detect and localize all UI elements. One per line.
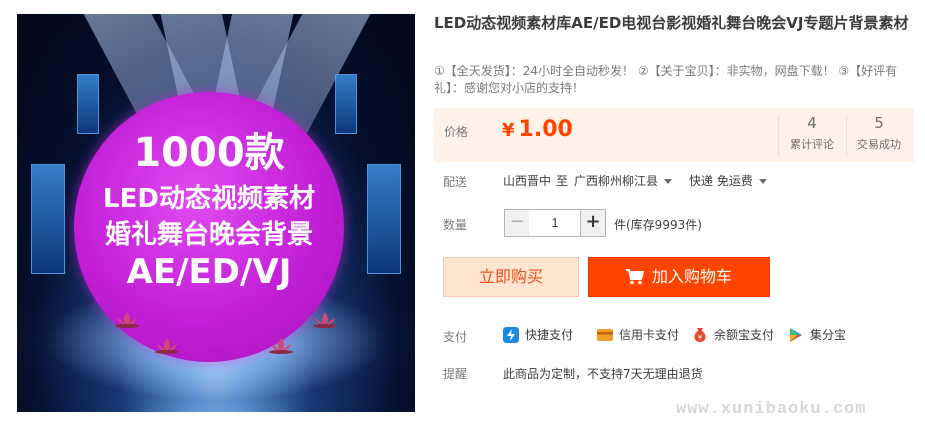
add-to-cart-label: 加入购物车 [651,267,732,286]
svg-text:¥: ¥ [698,333,703,341]
quantity-increase-button[interactable]: + [580,209,606,237]
price-amount: 1.00 [518,117,573,142]
payment-method-label: 快捷支付 [525,328,574,342]
payment-yuebao: ¥ 余额宝支付 [692,326,774,343]
price-panel: 价格 ¥1.00 4 累计评论 5 交易成功 [434,108,914,162]
reminder-label: 提醒 [443,367,468,381]
sales-label: 交易成功 [857,138,901,151]
reminder-text: 此商品为定制，不支持7天无理由退货 [503,367,703,381]
reviews-label: 累计评论 [790,138,834,151]
payment-jifenbao: 集分宝 [788,326,846,343]
promo-line: LED动态视频素材 [103,184,315,214]
stock-info: 件(库存9993件) [614,218,702,232]
quick-pay-icon [503,326,519,343]
promo-line: 婚礼舞台晚会背景 [104,220,313,250]
ship-method: 快递 免运费 [689,174,753,188]
payment-method-label: 集分宝 [810,328,847,342]
money-bag-icon: ¥ [694,327,706,342]
add-to-cart-button[interactable]: 加入购物车 [588,257,770,297]
led-screen [31,164,65,274]
payment-method-label: 信用卡支付 [619,328,680,342]
product-title: LED动态视频素材库AE/ED电视台影视婚礼舞台晚会VJ专题片背景素材 [434,14,909,32]
quantity-input[interactable]: 1 [529,209,581,237]
chevron-down-icon [664,179,673,184]
site-watermark: www.xunibaoku.com [676,400,867,419]
shipping-label: 配送 [443,175,468,189]
currency-symbol: ¥ [502,120,515,141]
sales-stat: 5 交易成功 [846,114,912,152]
cart-icon [625,269,644,285]
sales-count: 5 [874,114,884,132]
payment-label: 支付 [443,330,468,344]
reviews-count: 4 [807,114,817,132]
quantity-decrease-button[interactable]: − [504,209,530,237]
payment-credit: 信用卡支付 [597,326,679,343]
payment-quick: 快捷支付 [503,326,573,343]
led-screen [367,164,401,274]
lotus-icon [313,312,337,328]
credit-card-icon [597,328,613,341]
lotus-icon [155,338,179,354]
ship-to-word: 至 [556,174,569,188]
ship-destination-select[interactable]: 广西柳州柳江县 [574,172,673,189]
product-subtitle: ①【全天发货】：24小时全自动秒发！ ②【关于宝贝】：非实物，网盘下载！ ③【好… [434,64,898,95]
product-image[interactable]: 1000款 LED动态视频素材 婚礼舞台晚会背景 AE/ED/VJ [17,14,415,412]
price-label: 价格 [444,125,469,139]
lotus-icon [115,312,139,328]
payment-method-label: 余额宝支付 [714,328,775,342]
promo-count: 1000款 [133,130,285,176]
promo-formats: AE/ED/VJ [126,252,292,292]
lotus-icon [269,338,293,354]
reviews-stat[interactable]: 4 累计评论 [779,114,845,152]
jifenbao-icon [790,327,802,342]
price-value: ¥1.00 [502,117,573,142]
ship-method-select[interactable]: 快递 免运费 [689,172,767,189]
ship-destination: 广西柳州柳江县 [574,174,659,188]
buy-now-button[interactable]: 立即购买 [443,257,579,297]
chevron-down-icon [758,179,767,184]
quantity-label: 数量 [443,218,468,232]
ship-from: 山西晋中 [503,174,552,188]
